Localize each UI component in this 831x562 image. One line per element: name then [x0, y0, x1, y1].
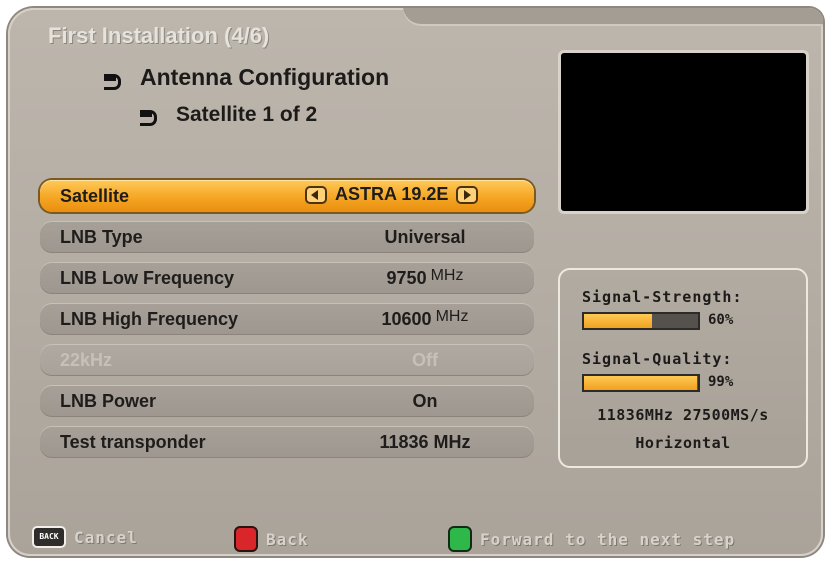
menu-row-lnb-high-frequency[interactable]: LNB High Frequency 10600 MHz — [40, 303, 534, 335]
value-text: 11836 MHz — [379, 432, 471, 452]
signal-info-panel: Signal-Strength: 60% Signal-Quality: 99%… — [558, 268, 808, 468]
satellite-value: ASTRA 19.2E — [335, 184, 449, 204]
menu-row-satellite[interactable]: Satellite ASTRA 19.2E — [40, 180, 534, 212]
installation-screen: First Installation (4/6) Antenna Configu… — [8, 8, 823, 556]
cancel-label: Cancel — [74, 527, 138, 547]
signal-strength-bar — [582, 312, 700, 330]
menu-row-value: 10600 MHz — [350, 308, 500, 330]
value-text: On — [412, 391, 438, 411]
signal-strength-value: 60% — [708, 312, 734, 328]
menu-row-value: Universal — [350, 227, 500, 248]
page-title: First Installation (4/6) — [48, 23, 270, 48]
forward-key-hint[interactable]: Forward to the next step — [448, 526, 735, 552]
breadcrumb-antenna-configuration: Antenna Configuration — [104, 64, 389, 91]
arrow-right-icon — [104, 72, 126, 90]
signal-quality-bar — [582, 374, 700, 392]
menu-row-label: LNB Low Frequency — [60, 268, 235, 288]
menu-row-label: LNB Power — [60, 391, 157, 411]
menu-row-label: LNB High Frequency — [60, 309, 239, 329]
header-tab-notch — [403, 8, 823, 26]
arrow-left-icon[interactable] — [305, 186, 327, 205]
satellite-selector[interactable]: ASTRA 19.2E — [305, 184, 479, 205]
breadcrumb-label: Antenna Configuration — [140, 64, 390, 90]
video-preview-window — [558, 50, 809, 214]
arrow-right-icon[interactable] — [456, 186, 479, 205]
menu-row-value: 9750 MHz — [350, 267, 500, 289]
value-text: Off — [412, 350, 438, 370]
signal-strength-fill — [584, 314, 653, 328]
cancel-key-hint[interactable]: BACK Cancel — [32, 526, 138, 548]
signal-quality-label: Signal-Quality: — [582, 350, 733, 368]
red-key-icon[interactable] — [234, 526, 258, 552]
back-key-hint[interactable]: Back — [234, 526, 309, 552]
menu-row-lnb-low-frequency[interactable]: LNB Low Frequency 9750 MHz — [40, 262, 534, 294]
menu-row-label: 22kHz — [60, 350, 113, 370]
value-text: 10600 — [381, 309, 432, 329]
signal-quality-value: 99% — [708, 374, 734, 390]
menu-row-test-transponder[interactable]: Test transponder 11836 MHz — [40, 426, 534, 458]
breadcrumb-satellite: Satellite 1 of 2 — [140, 103, 317, 127]
breadcrumb-label: Satellite 1 of 2 — [176, 103, 318, 126]
menu-row-value: On — [350, 391, 500, 412]
back-label: Back — [266, 529, 309, 549]
menu-row-22khz: 22kHz Off — [40, 344, 534, 376]
unit-text: MHz — [435, 308, 469, 325]
footer-key-hints: BACK Cancel Back Forward to the next ste… — [8, 523, 823, 553]
menu-row-value: Off — [350, 350, 500, 371]
settings-menu: Satellite ASTRA 19.2E LNB Type Universal… — [40, 180, 534, 467]
back-key-icon[interactable]: BACK — [32, 526, 66, 548]
value-text: 9750 — [386, 268, 427, 288]
signal-strength-label: Signal-Strength: — [582, 288, 743, 306]
menu-row-value: 11836 MHz — [350, 432, 500, 453]
signal-quality-fill — [584, 376, 697, 390]
value-text: Universal — [384, 227, 466, 247]
forward-label: Forward to the next step — [480, 529, 736, 549]
menu-row-lnb-type[interactable]: LNB Type Universal — [40, 221, 534, 253]
menu-row-lnb-power[interactable]: LNB Power On — [40, 385, 534, 417]
green-key-icon[interactable] — [448, 526, 472, 552]
polarization-info: Horizontal — [635, 434, 731, 452]
menu-row-label: Satellite — [60, 186, 130, 206]
transponder-info: 11836MHz 27500MS/s — [597, 406, 769, 424]
arrow-right-icon — [140, 108, 162, 127]
menu-row-label: Test transponder — [60, 432, 206, 452]
unit-text: MHz — [430, 267, 464, 284]
menu-row-label: LNB Type — [60, 227, 143, 247]
